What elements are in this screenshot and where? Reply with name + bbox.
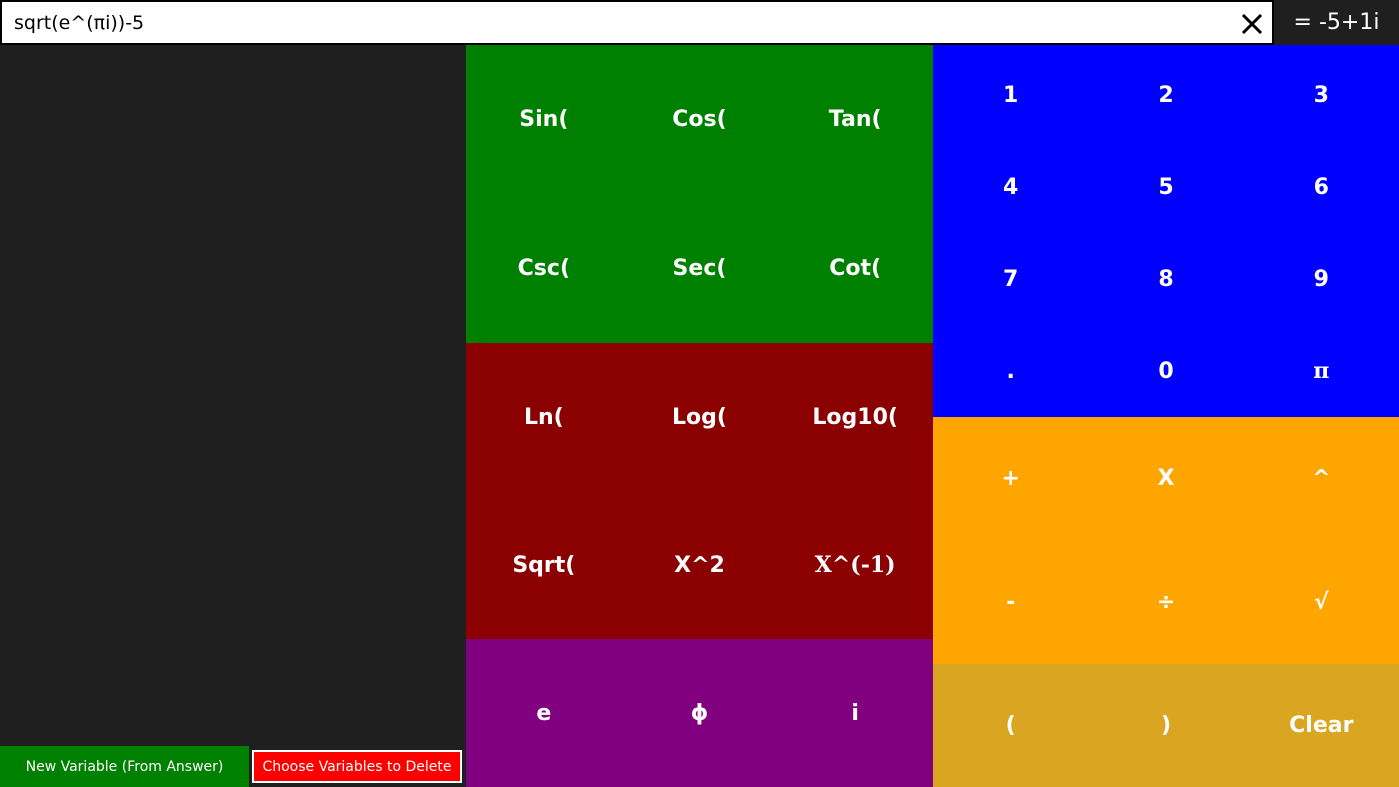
trig-keypad: Sin( Cos( Tan( Csc( Sec( Cot( [466, 45, 933, 343]
digit-7-key[interactable]: 7 [933, 233, 1088, 325]
divide-key[interactable]: ÷ [1088, 541, 1243, 665]
power-key[interactable]: ^ [1244, 417, 1399, 541]
close-icon[interactable] [1234, 6, 1270, 42]
tan-key[interactable]: Tan( [777, 45, 933, 194]
digit-4-key[interactable]: 4 [933, 141, 1088, 233]
csc-key[interactable]: Csc( [466, 194, 622, 343]
parentheses-keypad: ( ) Clear [933, 664, 1399, 787]
multiply-key[interactable]: X [1088, 417, 1243, 541]
digit-8-key[interactable]: 8 [1088, 233, 1243, 325]
digit-3-key[interactable]: 3 [1244, 49, 1399, 141]
constants-keypad: e ϕ i [466, 639, 933, 787]
close-paren-key[interactable]: ) [1088, 664, 1243, 787]
digit-0-key[interactable]: 0 [1088, 325, 1243, 417]
digit-1-key[interactable]: 1 [933, 49, 1088, 141]
sin-key[interactable]: Sin( [466, 45, 622, 194]
phi-key[interactable]: ϕ [622, 639, 778, 787]
clear-key[interactable]: Clear [1244, 664, 1399, 787]
reciprocal-key[interactable]: X^(-1) [777, 491, 933, 639]
result-display: = -5+1i [1274, 0, 1399, 45]
square-key[interactable]: X^2 [622, 491, 778, 639]
variables-panel [0, 45, 466, 787]
digit-9-key[interactable]: 9 [1244, 233, 1399, 325]
plus-key[interactable]: + [933, 417, 1088, 541]
root-key[interactable]: √ [1244, 541, 1399, 665]
digit-5-key[interactable]: 5 [1088, 141, 1243, 233]
minus-key[interactable]: - [933, 541, 1088, 665]
i-key[interactable]: i [777, 639, 933, 787]
digits-keypad: 1 2 3 4 5 6 7 8 9 . 0 π [933, 45, 1399, 417]
log-keypad: Ln( Log( Log10( Sqrt( X^2 X^(-1) [466, 343, 933, 639]
delete-variables-button[interactable]: Choose Variables to Delete [252, 750, 462, 783]
cot-key[interactable]: Cot( [777, 194, 933, 343]
sqrt-key[interactable]: Sqrt( [466, 491, 622, 639]
e-key[interactable]: e [466, 639, 622, 787]
sec-key[interactable]: Sec( [622, 194, 778, 343]
decimal-point-key[interactable]: . [933, 325, 1088, 417]
digit-2-key[interactable]: 2 [1088, 49, 1243, 141]
expression-input[interactable] [14, 9, 1214, 37]
expression-box [0, 0, 1274, 45]
ln-key[interactable]: Ln( [466, 343, 622, 491]
digit-6-key[interactable]: 6 [1244, 141, 1399, 233]
open-paren-key[interactable]: ( [933, 664, 1088, 787]
operators-keypad: + X ^ - ÷ √ [933, 417, 1399, 664]
log-key[interactable]: Log( [622, 343, 778, 491]
log10-key[interactable]: Log10( [777, 343, 933, 491]
new-variable-button[interactable]: New Variable (From Answer) [0, 746, 249, 787]
cos-key[interactable]: Cos( [622, 45, 778, 194]
pi-key[interactable]: π [1244, 325, 1399, 417]
